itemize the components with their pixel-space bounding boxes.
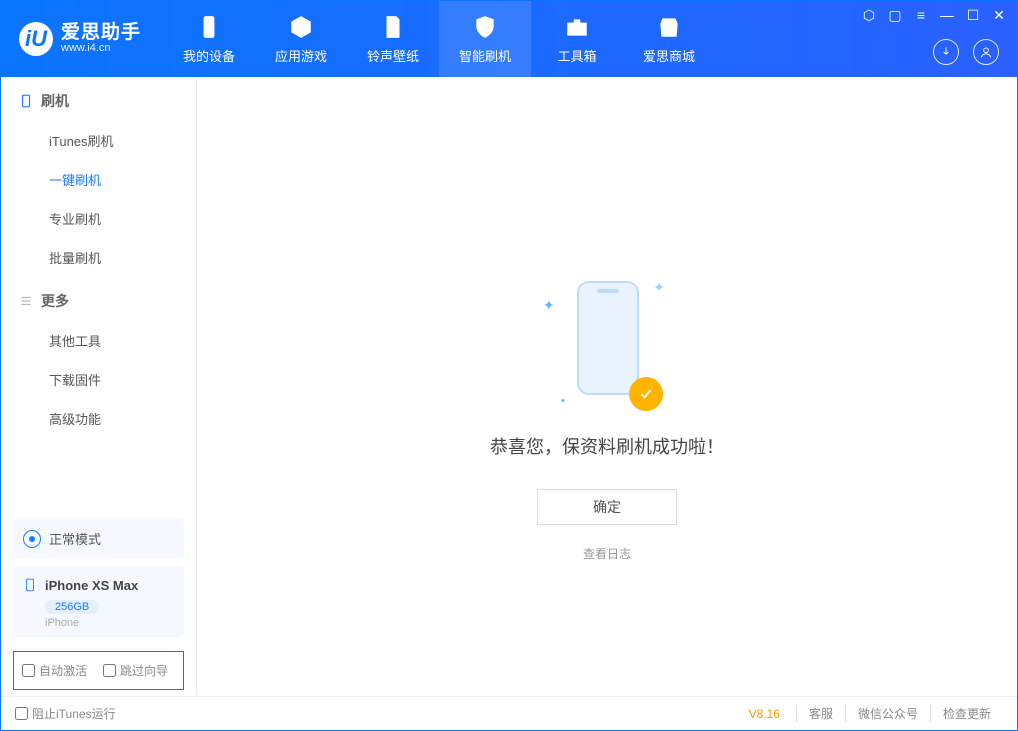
nav-toolbox[interactable]: 工具箱	[531, 1, 623, 77]
skip-guide-input[interactable]	[103, 664, 116, 677]
app-name: 爱思助手	[61, 23, 141, 43]
nav-apps-games[interactable]: 应用游戏	[255, 1, 347, 77]
status-bar: 阻止iTunes运行 V8.16 客服 微信公众号 检查更新	[1, 696, 1017, 730]
sidebar-group-more: 更多	[1, 277, 196, 321]
minimize-icon[interactable]: ―	[939, 7, 955, 24]
sidebar-item-oneclick-flash[interactable]: 一键刷机	[1, 160, 196, 199]
sidebar-group-flash: 刷机	[1, 77, 196, 121]
close-icon[interactable]: ✕	[991, 7, 1007, 24]
ok-button[interactable]: 确定	[537, 489, 677, 525]
top-nav: 我的设备 应用游戏 铃声壁纸 智能刷机 工具箱 爱思商城	[163, 1, 715, 77]
footer-link-wechat[interactable]: 微信公众号	[845, 705, 930, 722]
auto-activate-input[interactable]	[22, 664, 35, 677]
phone-outline-icon	[577, 281, 639, 395]
checkbox-label: 跳过向导	[120, 662, 168, 679]
maximize-icon[interactable]: ☐	[965, 7, 981, 24]
sidebar: 刷机 iTunes刷机 一键刷机 专业刷机 批量刷机 更多 其他工具 下载固件 …	[1, 77, 197, 696]
mode-label: 正常模式	[49, 529, 101, 548]
nav-ringtone-wallpaper[interactable]: 铃声壁纸	[347, 1, 439, 77]
sparkle-icon: ✦	[653, 279, 665, 296]
nav-label: 智能刷机	[459, 46, 511, 65]
sparkle-icon: •	[561, 395, 565, 407]
block-itunes-input[interactable]	[15, 707, 28, 720]
skin-icon[interactable]: ⬡	[861, 7, 877, 24]
feedback-icon[interactable]: ▢	[887, 7, 903, 24]
mode-icon	[23, 530, 41, 548]
device-icon	[23, 576, 37, 594]
sidebar-item-other-tools[interactable]: 其他工具	[1, 321, 196, 360]
view-log-link[interactable]: 查看日志	[583, 545, 631, 562]
group-title: 刷机	[41, 91, 69, 111]
skip-guide-checkbox[interactable]: 跳过向导	[103, 662, 168, 679]
shield-refresh-icon	[472, 14, 498, 40]
highlighted-options: 自动激活 跳过向导	[13, 651, 184, 690]
cube-icon	[288, 14, 314, 40]
footer-link-update[interactable]: 检查更新	[930, 705, 1003, 722]
sidebar-item-pro-flash[interactable]: 专业刷机	[1, 199, 196, 238]
title-bar: iU 爱思助手 www.i4.cn 我的设备 应用游戏 铃声壁纸 智能刷机 工具…	[1, 1, 1017, 77]
mode-card[interactable]: 正常模式	[13, 519, 184, 558]
nav-label: 爱思商城	[643, 46, 695, 65]
sidebar-item-download-firmware[interactable]: 下载固件	[1, 360, 196, 399]
logo-icon: iU	[19, 22, 53, 56]
success-illustration: ✦ ✦ •	[557, 277, 657, 407]
menu-icon[interactable]: ≡	[913, 7, 929, 24]
sidebar-item-batch-flash[interactable]: 批量刷机	[1, 238, 196, 277]
success-message: 恭喜您，保资料刷机成功啦！	[490, 433, 724, 459]
briefcase-icon	[564, 14, 590, 40]
nav-label: 我的设备	[183, 46, 235, 65]
footer-link-support[interactable]: 客服	[796, 705, 845, 722]
phone-icon	[196, 14, 222, 40]
sparkle-icon: ✦	[543, 297, 555, 314]
user-button[interactable]	[973, 39, 999, 65]
sidebar-item-itunes-flash[interactable]: iTunes刷机	[1, 121, 196, 160]
version-label: V8.16	[749, 707, 780, 721]
music-file-icon	[380, 14, 406, 40]
nav-label: 铃声壁纸	[367, 46, 419, 65]
check-badge-icon	[629, 377, 663, 411]
app-site: www.i4.cn	[61, 43, 141, 55]
block-itunes-checkbox[interactable]: 阻止iTunes运行	[15, 705, 116, 722]
window-controls: ⬡ ▢ ≡ ― ☐ ✕	[861, 7, 1007, 24]
nav-store[interactable]: 爱思商城	[623, 1, 715, 77]
nav-my-device[interactable]: 我的设备	[163, 1, 255, 77]
download-button[interactable]	[933, 39, 959, 65]
group-title: 更多	[41, 291, 69, 311]
device-card[interactable]: iPhone XS Max 256GB iPhone	[13, 566, 184, 637]
storage-badge: 256GB	[45, 600, 99, 614]
logo: iU 爱思助手 www.i4.cn	[1, 1, 163, 77]
nav-smart-flash[interactable]: 智能刷机	[439, 1, 531, 77]
checkbox-label: 自动激活	[39, 662, 87, 679]
device-type: iPhone	[45, 617, 174, 629]
main-content: ✦ ✦ • 恭喜您，保资料刷机成功啦！ 确定 查看日志	[197, 77, 1017, 696]
sidebar-item-advanced[interactable]: 高级功能	[1, 399, 196, 438]
header-round-buttons	[933, 39, 999, 65]
shop-icon	[656, 14, 682, 40]
device-name: iPhone XS Max	[45, 578, 138, 593]
nav-label: 应用游戏	[275, 46, 327, 65]
list-icon	[19, 294, 33, 308]
nav-label: 工具箱	[558, 46, 597, 65]
auto-activate-checkbox[interactable]: 自动激活	[22, 662, 87, 679]
checkbox-label: 阻止iTunes运行	[32, 705, 116, 722]
phone-small-icon	[19, 94, 33, 108]
